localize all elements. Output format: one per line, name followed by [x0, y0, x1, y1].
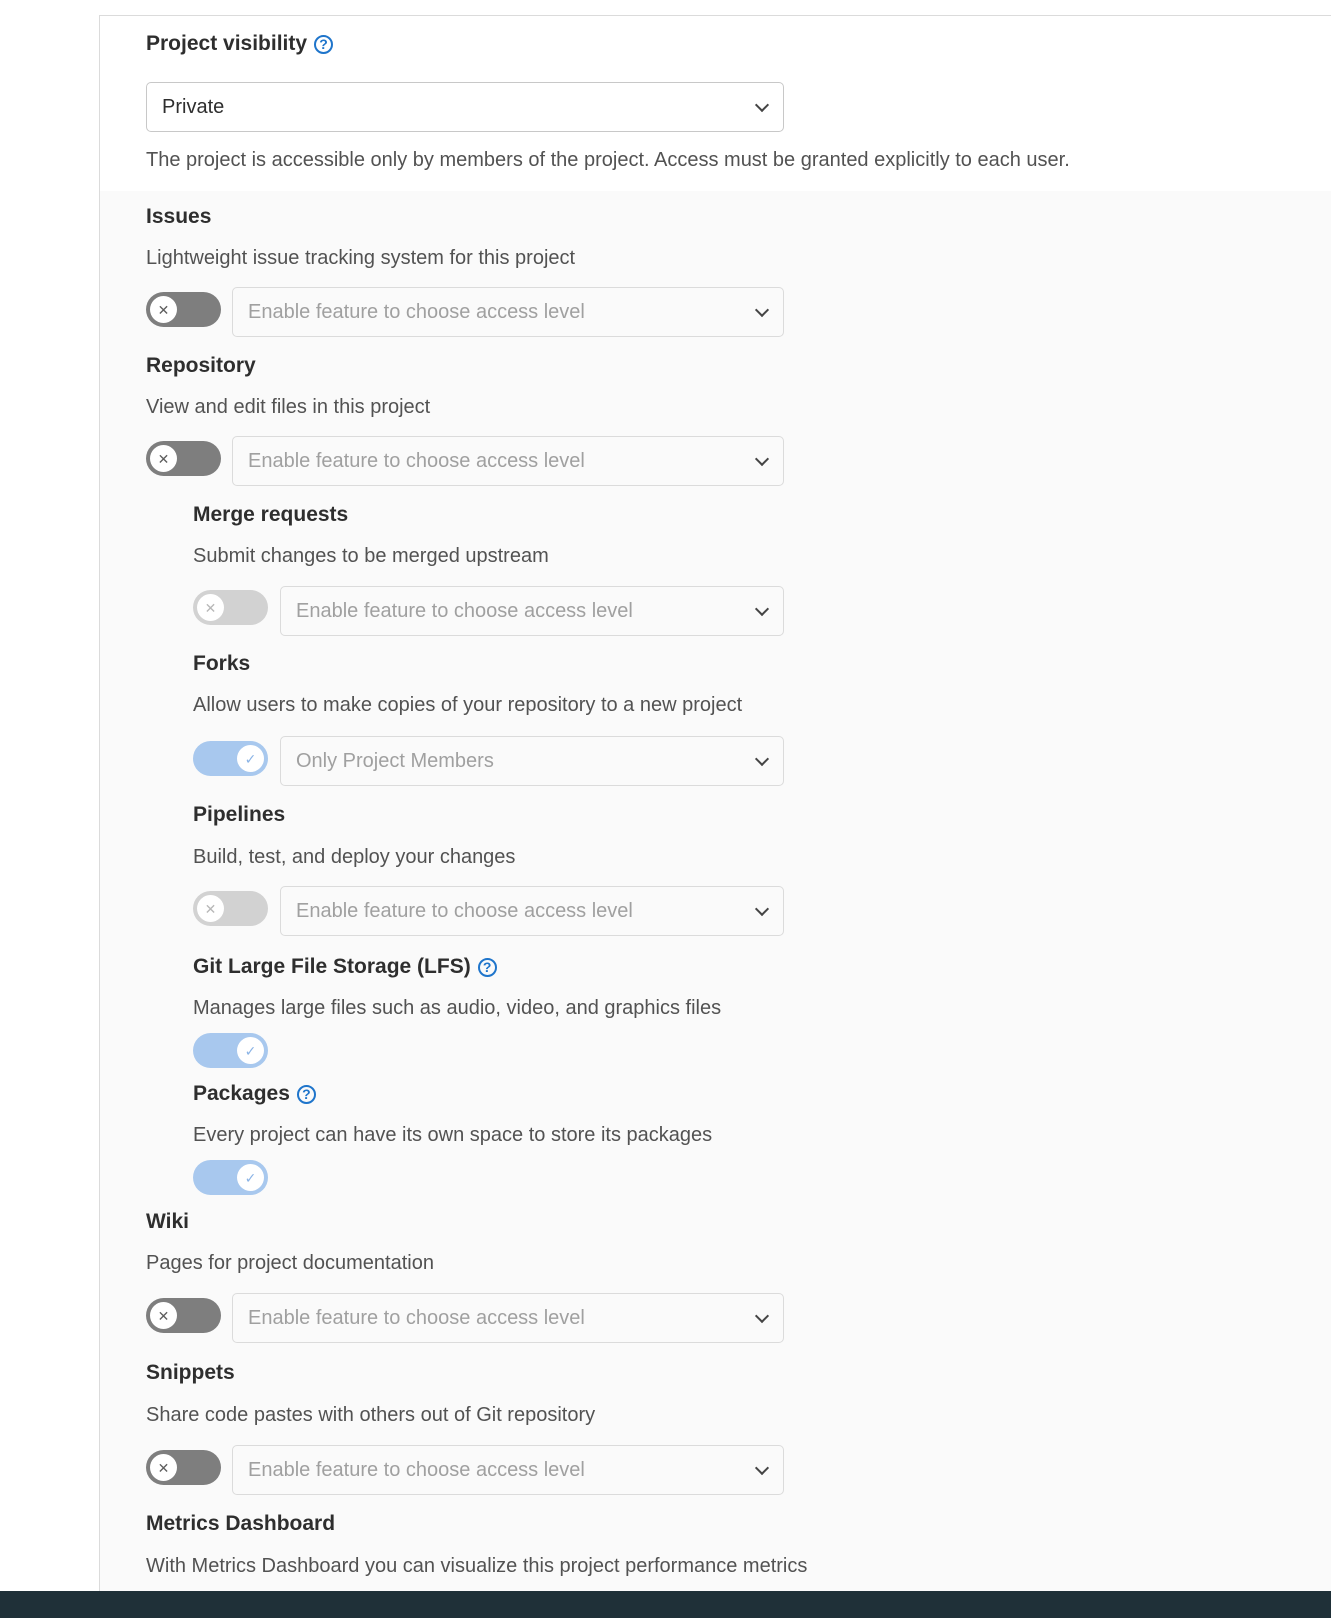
- question-circle-icon[interactable]: ?: [477, 957, 497, 977]
- question-circle-icon[interactable]: ?: [296, 1084, 316, 1104]
- x-icon: ✕: [150, 296, 177, 323]
- visibility-select-value: Private: [162, 95, 225, 118]
- visibility-select[interactable]: Private: [146, 82, 784, 132]
- lfs-label: Git Large File Storage (LFS) ?: [193, 955, 497, 979]
- forks-toggle[interactable]: ✓: [193, 741, 268, 776]
- chevron-down-icon: [754, 302, 770, 318]
- packages-description: Every project can have its own space to …: [193, 1124, 713, 1146]
- pipelines-access-value: Enable feature to choose access level: [296, 899, 633, 922]
- merge-requests-description: Submit changes to be merged upstream: [193, 545, 549, 567]
- snippets-access-value: Enable feature to choose access level: [248, 1458, 585, 1481]
- pipelines-title: Pipelines: [193, 803, 286, 826]
- issues-title: Issues: [146, 205, 212, 228]
- project-visibility-label: Project visibility ?: [146, 32, 334, 56]
- lfs-title: Git Large File Storage (LFS): [193, 955, 471, 978]
- check-icon: ✓: [237, 745, 264, 772]
- merge-requests-access-select[interactable]: Enable feature to choose access level: [280, 586, 784, 636]
- issues-description: Lightweight issue tracking system for th…: [146, 247, 576, 269]
- chevron-down-icon: [754, 901, 770, 917]
- chevron-down-icon: [754, 1308, 770, 1324]
- issues-access-value: Enable feature to choose access level: [248, 300, 585, 323]
- pipelines-description: Build, test, and deploy your changes: [193, 846, 516, 868]
- snippets-description: Share code pastes with others out of Git…: [146, 1404, 596, 1426]
- issues-toggle[interactable]: ✕: [146, 292, 221, 327]
- x-icon: ✕: [150, 1454, 177, 1481]
- wiki-access-select[interactable]: Enable feature to choose access level: [232, 1293, 784, 1343]
- issues-access-select[interactable]: Enable feature to choose access level: [232, 287, 784, 337]
- wiki-access-value: Enable feature to choose access level: [248, 1306, 585, 1329]
- snippets-toggle[interactable]: ✕: [146, 1450, 221, 1485]
- x-icon: ✕: [197, 594, 224, 621]
- check-icon: ✓: [237, 1037, 264, 1064]
- repository-access-value: Enable feature to choose access level: [248, 449, 585, 472]
- bottom-bar: [0, 1591, 1331, 1618]
- x-icon: ✕: [150, 1302, 177, 1329]
- merge-requests-title: Merge requests: [193, 503, 349, 526]
- chevron-down-icon: [754, 1460, 770, 1476]
- packages-toggle[interactable]: ✓: [193, 1160, 268, 1195]
- snippets-access-select[interactable]: Enable feature to choose access level: [232, 1445, 784, 1495]
- check-icon: ✓: [237, 1164, 264, 1191]
- x-icon: ✕: [197, 895, 224, 922]
- chevron-down-icon: [754, 601, 770, 617]
- pipelines-toggle[interactable]: ✕: [193, 891, 268, 926]
- forks-access-select[interactable]: Only Project Members: [280, 736, 784, 786]
- project-visibility-title: Project visibility: [146, 32, 308, 55]
- chevron-down-icon: [754, 97, 770, 113]
- forks-description: Allow users to make copies of your repos…: [193, 694, 743, 716]
- packages-title: Packages: [193, 1082, 290, 1105]
- chevron-down-icon: [754, 751, 770, 767]
- repository-title: Repository: [146, 354, 256, 377]
- visibility-description: The project is accessible only by member…: [146, 149, 1070, 171]
- packages-label: Packages ?: [193, 1082, 316, 1106]
- repository-toggle[interactable]: ✕: [146, 441, 221, 476]
- repository-access-select[interactable]: Enable feature to choose access level: [232, 436, 784, 486]
- wiki-toggle[interactable]: ✕: [146, 1298, 221, 1333]
- lfs-description: Manages large files such as audio, video…: [193, 997, 722, 1019]
- lfs-toggle[interactable]: ✓: [193, 1033, 268, 1068]
- metrics-title: Metrics Dashboard: [146, 1512, 336, 1535]
- x-icon: ✕: [150, 445, 177, 472]
- question-circle-icon[interactable]: ?: [314, 34, 334, 54]
- wiki-title: Wiki: [146, 1210, 189, 1233]
- forks-title: Forks: [193, 652, 251, 675]
- pipelines-access-select[interactable]: Enable feature to choose access level: [280, 886, 784, 936]
- forks-access-value: Only Project Members: [296, 749, 494, 772]
- metrics-description: With Metrics Dashboard you can visualize…: [146, 1555, 808, 1577]
- repository-description: View and edit files in this project: [146, 396, 431, 418]
- merge-requests-access-value: Enable feature to choose access level: [296, 599, 633, 622]
- chevron-down-icon: [754, 451, 770, 467]
- wiki-description: Pages for project documentation: [146, 1252, 434, 1274]
- snippets-title: Snippets: [146, 1361, 235, 1384]
- merge-requests-toggle[interactable]: ✕: [193, 590, 268, 625]
